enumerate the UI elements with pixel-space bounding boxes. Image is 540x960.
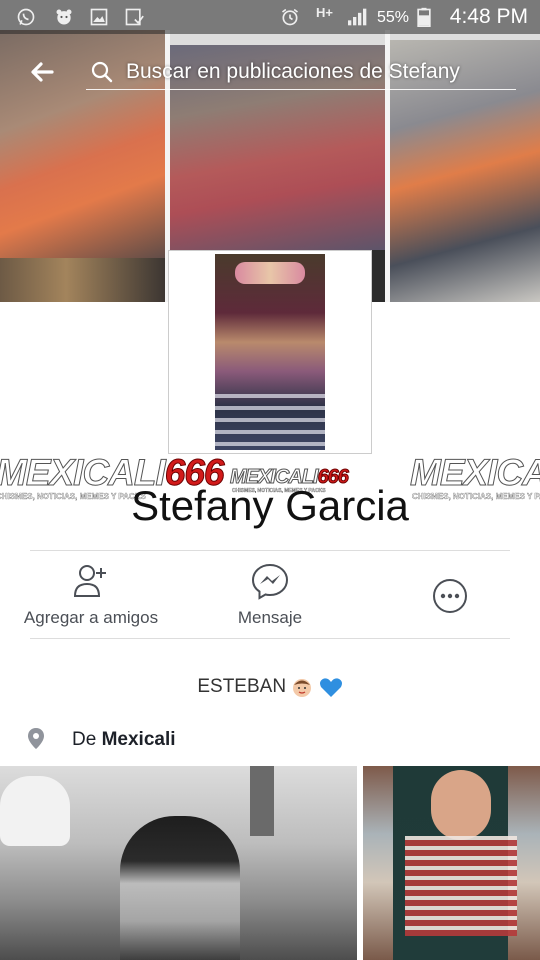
messenger-icon xyxy=(251,563,289,600)
photo-thumbnail-2[interactable] xyxy=(363,766,540,960)
location-pin-icon xyxy=(28,728,44,749)
search-placeholder: Buscar en publicaciones de Stefany xyxy=(126,60,460,83)
more-button[interactable] xyxy=(430,578,470,614)
photo-cross xyxy=(250,766,274,836)
download-icon xyxy=(125,8,144,26)
photo-baby-face xyxy=(431,770,491,840)
baby-emoji-icon xyxy=(293,679,312,697)
cover-photo-left-bottom xyxy=(0,258,165,302)
avatar xyxy=(215,254,325,450)
location-text: De Mexicali xyxy=(72,729,176,750)
divider xyxy=(30,638,510,639)
profile-picture[interactable] xyxy=(168,250,372,454)
top-bar: Buscar en publicaciones de Stefany xyxy=(0,50,540,94)
whatsapp-icon xyxy=(17,8,35,26)
photo-person xyxy=(120,816,240,960)
search-input[interactable]: Buscar en publicaciones de Stefany xyxy=(86,54,516,90)
network-type: H+ xyxy=(316,5,333,20)
flower-crown xyxy=(235,262,305,284)
more-icon xyxy=(433,579,467,613)
photo-object xyxy=(0,776,70,846)
photo-baby-shirt xyxy=(405,836,517,936)
photo-thumbnail-1[interactable] xyxy=(0,766,357,960)
add-friend-icon xyxy=(73,565,106,597)
battery-percent: 55% xyxy=(377,9,410,26)
divider xyxy=(30,550,510,551)
bio-text: ESTEBAN xyxy=(197,676,287,698)
battery-icon xyxy=(417,7,431,27)
message-button[interactable]: Mensaje xyxy=(222,562,318,628)
add-friend-label: Agregar a amigos xyxy=(23,608,159,627)
status-bar: H+ 55% 4:48 PM xyxy=(0,0,540,34)
bear-app-icon xyxy=(56,9,72,25)
back-arrow-icon[interactable] xyxy=(28,58,56,86)
alarm-icon xyxy=(282,8,298,26)
gallery-icon xyxy=(90,8,108,26)
search-icon xyxy=(91,61,113,83)
profile-bio: ESTEBAN xyxy=(0,676,540,698)
blue-heart-icon xyxy=(319,678,342,697)
message-label: Mensaje xyxy=(237,608,303,627)
profile-name: Stefany Garcia xyxy=(131,482,409,529)
add-friend-button[interactable]: Agregar a amigos xyxy=(20,562,162,628)
status-time: 4:48 PM xyxy=(449,5,528,28)
signal-icon xyxy=(348,8,367,26)
location-city[interactable]: Mexicali xyxy=(102,729,176,750)
